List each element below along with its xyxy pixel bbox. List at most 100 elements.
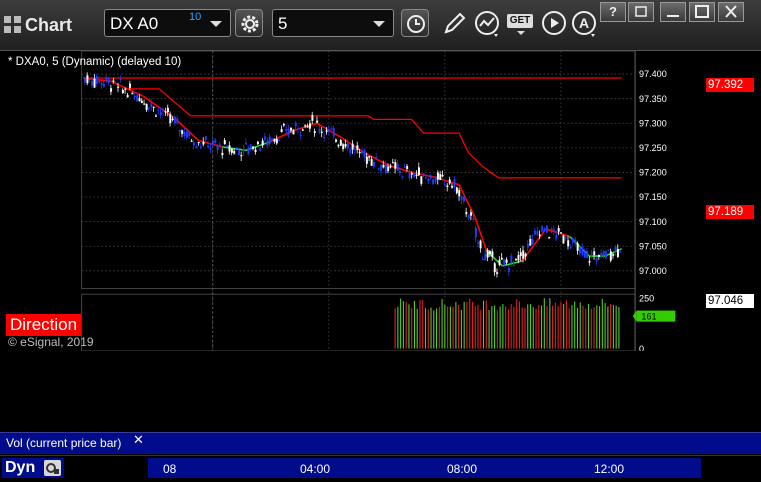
price-bar-body	[522, 250, 525, 259]
price-bar-body	[207, 145, 210, 148]
price-bar-body	[152, 106, 155, 108]
price-bar-body	[323, 136, 326, 139]
price-bar-body	[420, 176, 423, 184]
price-bar-body	[545, 225, 548, 233]
price-bar-body	[150, 103, 153, 108]
price-bar-body	[346, 143, 349, 149]
price-bar-body	[181, 130, 184, 134]
price-bar-body	[330, 128, 333, 130]
price-bar-body	[271, 138, 274, 140]
price-bar-body	[107, 78, 110, 84]
price-bar-body	[344, 144, 347, 147]
price-bar-body	[377, 168, 380, 170]
price-bar-body	[299, 134, 302, 136]
price-bar-body	[427, 178, 430, 182]
price-bar-body	[301, 129, 304, 131]
price-bar-body	[292, 130, 295, 135]
price-bar-body	[380, 165, 383, 171]
help-button[interactable]: ?	[600, 2, 626, 22]
price-bar-body	[500, 257, 503, 260]
price-tick-label: 97.000	[639, 266, 667, 276]
price-bar-body	[425, 177, 428, 179]
studies-icon[interactable]	[474, 10, 502, 38]
app-title-group[interactable]: Chart	[4, 12, 72, 38]
price-bar-body	[616, 249, 619, 258]
price-bar-body	[178, 129, 181, 132]
price-bar-body	[166, 107, 169, 113]
price-bar-body	[275, 138, 278, 144]
price-bar-body	[126, 95, 129, 98]
symbol-combo[interactable]: DX A0 10	[104, 9, 231, 37]
time-label: 04:00	[300, 462, 331, 476]
close-icon	[725, 5, 737, 18]
restore-button[interactable]	[628, 2, 654, 22]
price-bar-body	[510, 255, 513, 263]
price-bar-body	[356, 145, 359, 151]
alert-icon[interactable]: A	[571, 10, 599, 38]
price-bar-body	[446, 185, 449, 187]
volume-tick-label: 250	[639, 293, 654, 303]
price-tick-label: 97.150	[639, 192, 667, 202]
price-bar-body	[505, 259, 508, 263]
settings-button[interactable]	[235, 9, 263, 37]
price-bar-body	[337, 145, 340, 147]
price-bar-body	[164, 111, 167, 113]
volume-close-icon[interactable]: ✕	[133, 432, 144, 448]
price-bar-body	[455, 187, 458, 194]
interval-value[interactable]: 5	[278, 14, 287, 34]
interval-combo[interactable]: 5	[272, 9, 394, 37]
pencil-icon[interactable]	[440, 10, 468, 38]
price-bar-body	[278, 139, 281, 142]
price-bar-body	[541, 226, 544, 232]
price-pane-frame	[81, 51, 636, 290]
price-bar-body	[209, 148, 212, 150]
app-title: Chart	[25, 14, 73, 35]
mode-label[interactable]: Dyn	[5, 459, 35, 477]
price-bar-body	[138, 98, 141, 102]
minimize-button[interactable]	[660, 2, 686, 22]
price-bar-body	[245, 142, 248, 145]
maximize-icon	[695, 5, 709, 18]
volume-tick-label: 0	[639, 344, 644, 351]
play-icon[interactable]	[540, 10, 568, 38]
price-tick-label: 97.100	[639, 217, 667, 227]
price-bar-body	[384, 164, 387, 174]
price-bar-body	[223, 140, 226, 145]
price-bar-body	[439, 174, 442, 180]
price-bar-body	[391, 162, 394, 164]
time-template-button[interactable]	[401, 9, 429, 37]
direction-label: Direction	[6, 314, 82, 336]
price-bar-body	[313, 131, 316, 134]
symbol-value[interactable]: DX A0	[110, 14, 158, 34]
price-bar-body	[477, 242, 480, 244]
maximize-button[interactable]	[689, 2, 715, 22]
chevron-down-icon[interactable]	[373, 21, 385, 27]
price-bar-body	[183, 131, 186, 137]
clock-icon	[407, 15, 425, 33]
price-bar-body	[418, 167, 420, 176]
price-bar-body	[309, 123, 312, 129]
symbol-delay-superscript: 10	[189, 11, 202, 23]
price-bar-body	[481, 258, 484, 261]
price-bar-body	[176, 118, 179, 124]
price-bar-body	[190, 140, 193, 142]
price-tag-stop-upper: 97.392	[706, 78, 754, 93]
get-button[interactable]: GET	[507, 12, 537, 36]
price-bar-body	[588, 261, 591, 263]
chevron-down-icon[interactable]	[210, 21, 222, 27]
price-bar-body	[602, 251, 605, 256]
price-bar-body	[489, 251, 492, 255]
price-bar-body	[536, 231, 539, 235]
price-bar-body	[195, 145, 198, 148]
lock-icon[interactable]	[44, 460, 61, 476]
price-bar-body	[453, 179, 456, 188]
price-bar-body	[216, 145, 219, 151]
close-button[interactable]	[718, 2, 744, 22]
price-bar-body	[335, 139, 338, 142]
price-bar-body	[159, 112, 162, 116]
price-chart[interactable]: 97.400 97.350 97.300 97.250 97.200 97.150 97.1…	[0, 51, 761, 351]
grid-menu-icon[interactable]	[4, 16, 22, 34]
chevron-down-icon	[517, 31, 525, 35]
price-bar-body	[105, 77, 108, 81]
restore-icon	[635, 6, 647, 17]
